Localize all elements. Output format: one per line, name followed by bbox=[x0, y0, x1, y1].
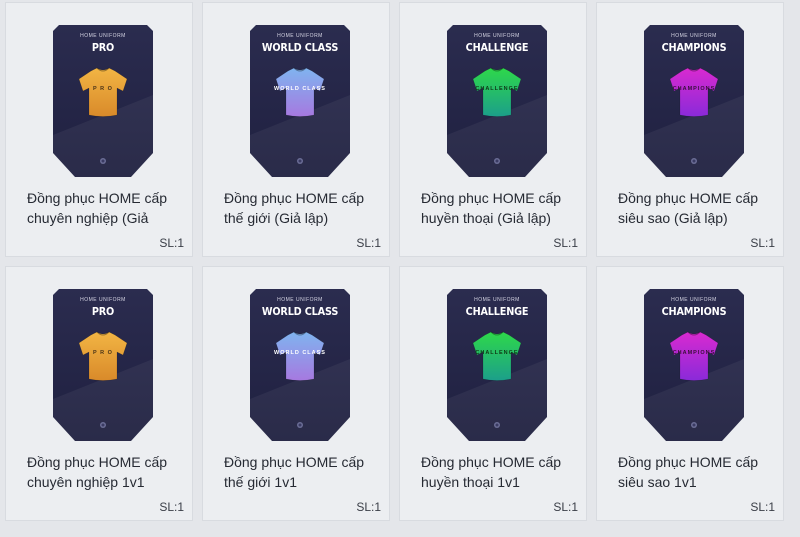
uniform-label: HOME UNIFORM bbox=[671, 33, 717, 39]
emblem-icon-inner bbox=[101, 159, 105, 163]
item-title: Đồng phục HOME cấp thế giới 1v1 bbox=[224, 454, 365, 490]
quantity-label: SL:1 bbox=[553, 236, 578, 250]
uniform-label: HOME UNIFORM bbox=[277, 33, 323, 39]
quantity-label: SL:1 bbox=[356, 500, 381, 514]
quantity-label: SL:1 bbox=[159, 236, 184, 250]
uniform-card: HOME UNIFORM CHALLENGE CHALLENGE bbox=[447, 289, 547, 441]
item-title: Đồng phục HOME cấp huyền thoại 1v1 bbox=[421, 454, 562, 490]
tier-label: WORLD CLASS bbox=[261, 305, 339, 318]
jersey-text: WORLD CLASS bbox=[274, 86, 326, 92]
emblem-icon-inner bbox=[495, 159, 499, 163]
item-title: Đồng phục HOME cấp siêu sao (Giả lập) bbox=[618, 190, 759, 226]
tier-label: PRO bbox=[91, 305, 115, 318]
uniform-card: HOME UNIFORM WORLD CLASS WORLD CLASS bbox=[250, 25, 350, 177]
tier-label: CHAMPIONS bbox=[661, 41, 727, 54]
uniform-card: HOME UNIFORM WORLD CLASS WORLD CLASS bbox=[250, 289, 350, 441]
jersey-text: CHAMPIONS bbox=[672, 86, 716, 92]
uniform-label: HOME UNIFORM bbox=[474, 297, 520, 303]
uniform-card: HOME UNIFORM CHAMPIONS CHAMPIONS bbox=[644, 25, 744, 177]
uniform-card: HOME UNIFORM CHALLENGE CHALLENGE bbox=[447, 25, 547, 177]
jersey-text: CHALLENGE bbox=[475, 86, 519, 92]
emblem-icon-inner bbox=[298, 159, 302, 163]
uniform-card: HOME UNIFORM PRO P R O bbox=[53, 289, 153, 441]
uniform-label: HOME UNIFORM bbox=[671, 297, 717, 303]
item-tile[interactable]: HOME UNIFORM CHALLENGE CHALLENGE Đồng ph… bbox=[399, 266, 587, 521]
item-tile[interactable]: HOME UNIFORM PRO P R O Đồng phục HOME cấ… bbox=[5, 266, 193, 521]
tier-label: CHALLENGE bbox=[465, 305, 529, 318]
item-tile[interactable]: HOME UNIFORM CHAMPIONS CHAMPIONS Đồng ph… bbox=[596, 266, 784, 521]
item-tile[interactable]: HOME UNIFORM WORLD CLASS WORLD CLASS Đồn… bbox=[202, 2, 390, 257]
item-title: Đồng phục HOME cấp huyền thoại (Giả lập) bbox=[421, 190, 562, 226]
quantity-label: SL:1 bbox=[356, 236, 381, 250]
quantity-label: SL:1 bbox=[159, 500, 184, 514]
jersey-text: CHAMPIONS bbox=[672, 350, 716, 356]
quantity-label: SL:1 bbox=[553, 500, 578, 514]
item-title: Đồng phục HOME cấp thế giới (Giả lập) bbox=[224, 190, 365, 226]
item-title: Đồng phục HOME cấp chuyên nghiệp 1v1 bbox=[27, 454, 168, 490]
tier-label: PRO bbox=[91, 41, 115, 54]
item-title: Đồng phục HOME cấp siêu sao 1v1 bbox=[618, 454, 759, 490]
uniform-card: HOME UNIFORM PRO P R O bbox=[53, 25, 153, 177]
jersey-text: P R O bbox=[93, 350, 113, 356]
item-tile[interactable]: HOME UNIFORM CHAMPIONS CHAMPIONS Đồng ph… bbox=[596, 2, 784, 257]
uniform-label: HOME UNIFORM bbox=[80, 33, 126, 39]
tier-label: CHALLENGE bbox=[465, 41, 529, 54]
uniform-label: HOME UNIFORM bbox=[80, 297, 126, 303]
item-tile[interactable]: HOME UNIFORM WORLD CLASS WORLD CLASS Đồn… bbox=[202, 266, 390, 521]
emblem-icon-inner bbox=[298, 423, 302, 427]
tier-label: WORLD CLASS bbox=[261, 41, 339, 54]
emblem-icon-inner bbox=[101, 423, 105, 427]
quantity-label: SL:1 bbox=[750, 236, 775, 250]
uniform-label: HOME UNIFORM bbox=[474, 33, 520, 39]
item-tile[interactable]: HOME UNIFORM PRO P R O Đồng phục HOME cấ… bbox=[5, 2, 193, 257]
item-tile[interactable]: HOME UNIFORM CHALLENGE CHALLENGE Đồng ph… bbox=[399, 2, 587, 257]
uniform-card: HOME UNIFORM CHAMPIONS CHAMPIONS bbox=[644, 289, 744, 441]
emblem-icon-inner bbox=[692, 423, 696, 427]
tier-label: CHAMPIONS bbox=[661, 305, 727, 318]
emblem-icon-inner bbox=[692, 159, 696, 163]
uniform-label: HOME UNIFORM bbox=[277, 297, 323, 303]
jersey-text: P R O bbox=[93, 86, 113, 92]
quantity-label: SL:1 bbox=[750, 500, 775, 514]
emblem-icon-inner bbox=[495, 423, 499, 427]
item-grid: HOME UNIFORM PRO P R O Đồng phục HOME cấ… bbox=[0, 0, 800, 537]
jersey-text: WORLD CLASS bbox=[274, 350, 326, 356]
jersey-text: CHALLENGE bbox=[475, 350, 519, 356]
item-title: Đồng phục HOME cấp chuyên nghiệp (Giả bbox=[27, 190, 168, 226]
